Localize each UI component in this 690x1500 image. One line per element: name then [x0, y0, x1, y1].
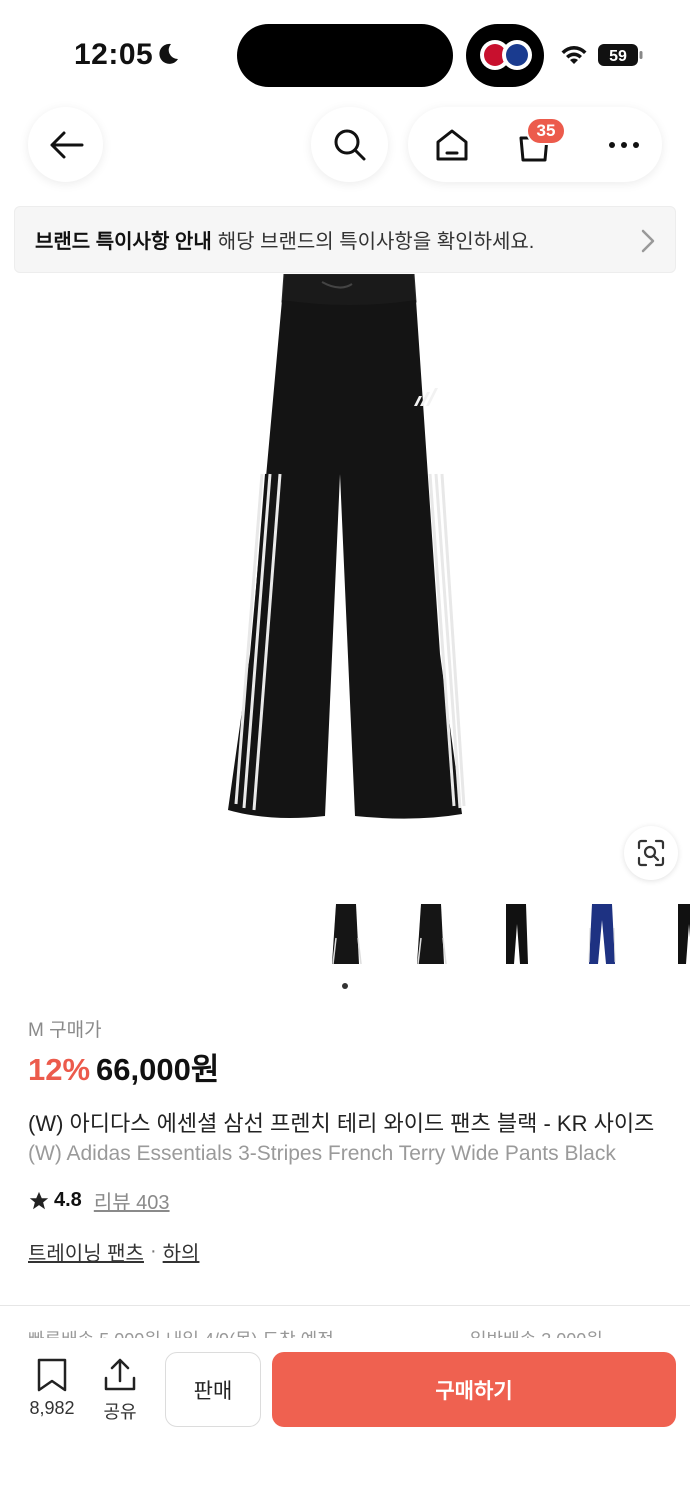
rating-value: 4.8 — [54, 1189, 82, 1211]
brand-notice-banner[interactable]: 브랜드 특이사항 안내 해당 브랜드의 특이사항을 확인하세요. — [14, 206, 676, 273]
cart-count-badge: 35 — [526, 117, 566, 145]
review-link[interactable]: 리뷰 403 — [94, 1186, 170, 1215]
category-link-bottoms[interactable]: 하의 — [163, 1237, 200, 1266]
bookmark-icon — [37, 1358, 67, 1392]
member-price-label: M 구매가 — [28, 1020, 102, 1041]
thumbnail-1[interactable] — [318, 898, 374, 974]
nav-action-group: 35 — [408, 107, 662, 182]
bottom-action-bar: 8,982 공유 판매 구매하기 — [0, 1338, 690, 1500]
product-main-image[interactable] — [0, 274, 690, 894]
product-title-en: (W) Adidas Essentials 3-Stripes French T… — [28, 1142, 616, 1165]
dynamic-island — [237, 24, 453, 87]
product-title-ko: (W) 아디다스 에센셜 삼선 프렌치 테리 와이드 팬츠 블랙 - KR 사이… — [28, 1111, 655, 1136]
buy-button[interactable]: 구매하기 — [272, 1352, 676, 1427]
wishlist-count: 8,982 — [29, 1398, 75, 1418]
back-arrow-icon — [50, 131, 83, 158]
moon-icon — [159, 43, 178, 64]
battery-level: 59 — [609, 48, 627, 65]
thumbnail-3[interactable] — [488, 898, 544, 974]
section-divider — [0, 1305, 690, 1306]
thumbnail-4[interactable] — [574, 898, 630, 974]
thumbnail-2[interactable] — [403, 898, 459, 974]
search-icon — [334, 129, 365, 160]
wishlist-button[interactable]: 8,982 — [24, 1358, 80, 1419]
share-label: 공유 — [103, 1402, 137, 1422]
brand-notice-title: 브랜드 특이사항 안내 — [35, 231, 212, 253]
carousel-indicator-dot — [342, 983, 348, 989]
sell-button[interactable]: 판매 — [165, 1352, 261, 1427]
thumbnail-5[interactable] — [660, 898, 690, 974]
brand-notice-description: 해당 브랜드의 특이사항을 확인하세요. — [217, 231, 535, 253]
discount-rate: 12% — [28, 1052, 91, 1087]
baseball-live-activity-icon — [480, 40, 532, 70]
product-price: 66,000원 — [96, 1052, 220, 1087]
wifi-icon — [561, 46, 587, 64]
more-icon[interactable] — [606, 137, 642, 153]
status-bar: 12:05 59 — [0, 0, 690, 100]
share-button[interactable]: 공유 — [100, 1358, 140, 1424]
chevron-right-icon — [641, 229, 655, 253]
lens-search-icon — [637, 839, 665, 867]
star-icon — [29, 1191, 49, 1209]
home-icon[interactable] — [434, 127, 470, 163]
search-button[interactable] — [311, 107, 388, 182]
price-row: 12% 66,000원 — [28, 1044, 219, 1089]
back-button[interactable] — [28, 107, 103, 182]
thumbnail-carousel — [0, 898, 690, 978]
category-breadcrumb: 트레이닝 팬츠 · 하의 — [28, 1237, 199, 1266]
battery-icon: 59 — [598, 44, 643, 66]
share-icon — [104, 1358, 136, 1391]
visual-search-button[interactable] — [624, 826, 678, 880]
rating-row: 4.8 리뷰 403 — [28, 1186, 170, 1215]
category-separator: · — [149, 1240, 157, 1262]
status-time: 12:05 — [74, 38, 154, 71]
category-link-training-pants[interactable]: 트레이닝 팬츠 — [28, 1237, 144, 1266]
